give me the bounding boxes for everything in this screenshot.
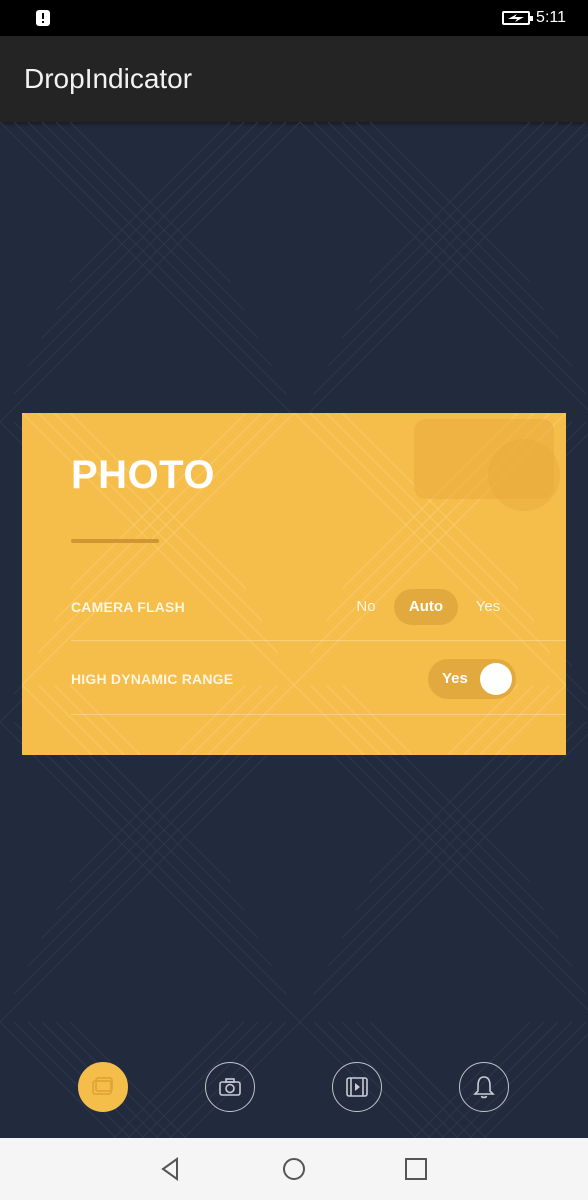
photo-icon (92, 1077, 113, 1095)
back-icon[interactable] (157, 1155, 185, 1183)
flash-option-auto[interactable]: Auto (394, 589, 458, 625)
status-time: 5:11 (536, 9, 566, 26)
tab-camera[interactable] (205, 1062, 255, 1112)
tab-video[interactable] (332, 1062, 382, 1112)
status-bar: 5:11 (0, 0, 588, 36)
flash-option-no[interactable]: No (338, 589, 394, 625)
hdr-toggle-label: Yes (442, 670, 468, 687)
toggle-knob (480, 663, 512, 695)
camera-icon (219, 1078, 241, 1096)
app-bar: DropIndicator (0, 36, 588, 122)
tab-photo[interactable] (78, 1062, 128, 1112)
camera-flash-segmented-control: No Auto Yes (338, 589, 518, 625)
alert-icon (36, 10, 50, 26)
home-icon[interactable] (280, 1155, 308, 1183)
hdr-label: HIGH DYNAMIC RANGE (71, 671, 234, 687)
card-title: PHOTO (71, 453, 216, 497)
flash-option-yes[interactable]: Yes (458, 589, 518, 625)
bell-icon (473, 1076, 495, 1099)
system-nav-bar (0, 1138, 588, 1200)
hdr-toggle[interactable]: Yes (428, 659, 516, 699)
camera-flash-label: CAMERA FLASH (71, 599, 185, 615)
camera-watermark-icon (414, 419, 560, 511)
video-icon (346, 1077, 368, 1097)
recents-icon[interactable] (402, 1155, 430, 1183)
row-divider (71, 714, 566, 715)
app-title: DropIndicator (24, 63, 193, 94)
battery-charging-icon (502, 11, 534, 25)
title-underline (71, 539, 159, 543)
photo-settings-card: PHOTO CAMERA FLASH No Auto Yes HIGH DYNA… (22, 413, 566, 755)
tab-notifications[interactable] (459, 1062, 509, 1112)
row-divider (71, 640, 566, 641)
